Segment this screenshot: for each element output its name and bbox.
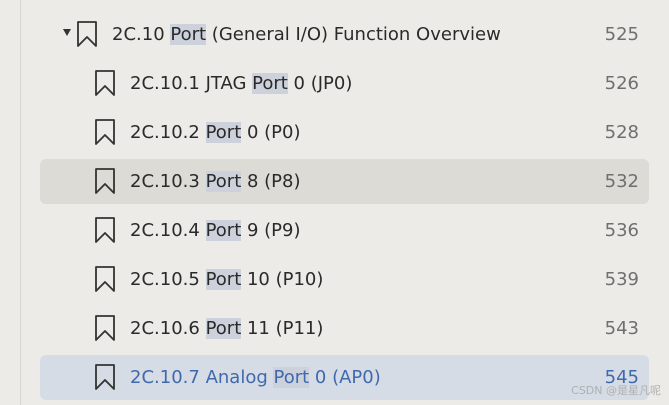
toc-item-2c-10-7[interactable]: 2C.10.7 Analog Port 0 (AP0) 545 — [40, 355, 649, 400]
page-number: 528 — [604, 122, 639, 143]
bookmark-icon — [95, 168, 115, 194]
caret-down-icon[interactable] — [63, 29, 71, 36]
toc-item-label: 2C.10.4 Port 9 (P9) — [130, 220, 301, 241]
bookmark-icon — [95, 119, 115, 145]
search-highlight: Port — [205, 269, 242, 290]
page-number: 536 — [604, 220, 639, 241]
page-number: 543 — [604, 318, 639, 339]
toc-item-2c-10-6[interactable]: 2C.10.6 Port 11 (P11) 543 — [40, 306, 649, 351]
bookmark-icon — [95, 315, 115, 341]
panel-border — [20, 0, 21, 405]
bookmark-icon — [77, 21, 97, 47]
bookmark-icon — [95, 70, 115, 96]
toc-item-2c-10-2[interactable]: 2C.10.2 Port 0 (P0) 528 — [40, 110, 649, 155]
toc-item-label: 2C.10 Port (General I/O) Function Overvi… — [112, 24, 501, 45]
watermark: CSDN @是星凡呢 — [571, 384, 661, 397]
search-highlight: Port — [252, 73, 288, 94]
toc-item-label: 2C.10.1 JTAG Port 0 (JP0) — [130, 73, 353, 94]
page-number: 539 — [604, 269, 639, 290]
toc-item-2c-10-3[interactable]: 2C.10.3 Port 8 (P8) 532 — [40, 159, 649, 204]
search-highlight: Port — [273, 367, 310, 388]
bookmark-icon — [95, 364, 115, 390]
toc-item-2c-10-5[interactable]: 2C.10.5 Port 10 (P10) 539 — [40, 257, 649, 302]
search-highlight: Port — [205, 122, 242, 143]
toc-item-2c-10-1[interactable]: 2C.10.1 JTAG Port 0 (JP0) 526 — [40, 61, 649, 106]
toc-item-label: 2C.10.3 Port 8 (P8) — [130, 171, 301, 192]
toc-item-label: 2C.10.6 Port 11 (P11) — [130, 318, 324, 339]
toc-item-2c-10[interactable]: 2C.10 Port (General I/O) Function Overvi… — [40, 12, 649, 57]
search-highlight: Port — [205, 171, 242, 192]
search-highlight: Port — [170, 24, 207, 45]
bookmark-icon — [95, 266, 115, 292]
toc-item-2c-10-4[interactable]: 2C.10.4 Port 9 (P9) 536 — [40, 208, 649, 253]
search-highlight: Port — [205, 220, 242, 241]
search-highlight: Port — [205, 318, 242, 339]
page-number: 525 — [604, 24, 639, 45]
toc-item-label: 2C.10.5 Port 10 (P10) — [130, 269, 324, 290]
page-number: 532 — [604, 171, 639, 192]
page-number: 526 — [604, 73, 639, 94]
toc-item-label: 2C.10.2 Port 0 (P0) — [130, 122, 301, 143]
toc-item-label: 2C.10.7 Analog Port 0 (AP0) — [130, 367, 381, 388]
bookmark-icon — [95, 217, 115, 243]
